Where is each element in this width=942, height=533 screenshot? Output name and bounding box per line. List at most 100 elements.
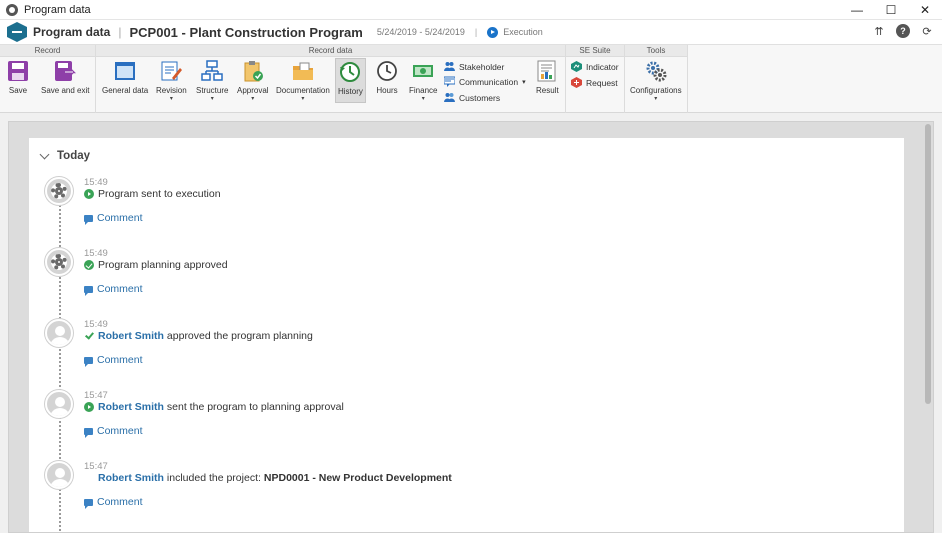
- sent-arrow-icon: [84, 189, 94, 199]
- approval-button[interactable]: Approval ▾: [237, 60, 269, 102]
- vertical-scrollbar[interactable]: [925, 124, 931, 404]
- documentation-dropdown-icon[interactable]: ▾: [301, 96, 304, 102]
- header-pipe: |: [474, 27, 478, 37]
- sent-arrow-icon: [84, 402, 94, 412]
- approval-clipboard-icon: [244, 61, 263, 82]
- minimize-button[interactable]: —: [840, 0, 874, 20]
- header-separator: |: [118, 25, 122, 39]
- history-clock-icon: [340, 62, 361, 82]
- save-and-exit-label: Save and exit: [41, 86, 90, 95]
- module-name: Program data: [33, 25, 111, 39]
- record-dates: 5/24/2019 - 5/24/2019: [376, 27, 465, 37]
- save-button[interactable]: Save: [7, 60, 29, 95]
- revision-dropdown-icon[interactable]: ▾: [170, 96, 173, 102]
- structure-dropdown-icon[interactable]: ▾: [211, 96, 214, 102]
- configurations-button[interactable]: Configurations ▾: [630, 60, 682, 102]
- comment-link[interactable]: Comment: [84, 283, 143, 296]
- customers-users-icon: [444, 93, 455, 102]
- comment-icon: [84, 214, 93, 225]
- structure-button[interactable]: Structure ▾: [196, 60, 228, 102]
- comment-label: Comment: [97, 283, 143, 295]
- group-label: SE Suite: [566, 45, 624, 57]
- finance-label: Finance: [409, 86, 438, 95]
- user-link[interactable]: Robert Smith: [98, 401, 164, 413]
- comment-link[interactable]: Comment: [84, 354, 143, 367]
- configurations-dropdown-icon[interactable]: ▾: [654, 96, 657, 102]
- result-report-icon: [537, 60, 556, 82]
- entry-time: 15:49: [84, 248, 108, 259]
- approval-dropdown-icon[interactable]: ▾: [251, 96, 254, 102]
- entry-text: approved the program planning: [166, 330, 313, 342]
- result-label: Result: [536, 86, 559, 95]
- approval-label: Approval: [237, 86, 269, 95]
- indicator-button[interactable]: Indicator: [571, 61, 619, 72]
- stakeholder-label: Stakeholder: [459, 61, 505, 72]
- finance-button[interactable]: Finance ▾: [409, 60, 437, 102]
- system-avatar: [45, 177, 73, 205]
- communication-button[interactable]: Communication ▾: [444, 76, 526, 87]
- request-label: Request: [586, 77, 618, 88]
- request-icon: [571, 77, 582, 88]
- comment-label: Comment: [97, 425, 143, 437]
- general-data-button[interactable]: General data: [102, 60, 148, 95]
- entry-text: Program sent to execution: [98, 188, 221, 200]
- entry-text: included the project:: [166, 472, 261, 484]
- group-label: Record data: [96, 45, 565, 57]
- refresh-icon[interactable]: ⟳: [920, 24, 934, 38]
- maximize-button[interactable]: ☐: [874, 0, 908, 20]
- save-exit-icon: [55, 61, 77, 81]
- general-data-label: General data: [102, 86, 149, 95]
- entry-time: 15:49: [84, 319, 108, 330]
- request-button[interactable]: Request: [571, 77, 618, 88]
- comment-label: Comment: [97, 212, 143, 224]
- record-status: Execution: [503, 27, 543, 37]
- revision-label: Revision: [156, 86, 187, 95]
- save-and-exit-button[interactable]: Save and exit: [41, 60, 89, 95]
- user-link[interactable]: Robert Smith: [98, 330, 164, 342]
- window-form-icon: [115, 62, 136, 80]
- comment-link[interactable]: Comment: [84, 425, 143, 438]
- user-avatar: [45, 461, 73, 489]
- section-toggle-today[interactable]: Today: [39, 149, 90, 162]
- comment-icon: [84, 427, 93, 438]
- revision-pencil-icon: [161, 61, 183, 81]
- folder-documents-icon: [292, 62, 313, 80]
- gears-icon: [646, 61, 667, 82]
- close-button[interactable]: ✕: [908, 0, 942, 20]
- user-avatar: [45, 319, 73, 347]
- floppy-disk-icon: [8, 61, 28, 81]
- hours-label: Hours: [376, 86, 398, 95]
- result-button[interactable]: Result: [536, 60, 559, 95]
- communication-dropdown-icon[interactable]: ▾: [522, 78, 526, 86]
- customers-button[interactable]: Customers: [444, 92, 500, 103]
- gear-icon: [51, 254, 67, 270]
- revision-button[interactable]: Revision ▾: [156, 60, 187, 102]
- ribbon-group-record-data: Record data General data Revision ▾ Stru…: [96, 45, 566, 113]
- finance-money-icon: [413, 65, 434, 77]
- ribbon-group-se-suite: SE Suite Indicator Request: [566, 45, 625, 113]
- entry-text: sent the program to planning approval: [166, 401, 344, 413]
- finance-dropdown-icon[interactable]: ▾: [422, 96, 425, 102]
- history-entry: 15:49 Robert Smith approved the program …: [29, 319, 889, 389]
- chevron-down-icon[interactable]: [39, 149, 50, 159]
- documentation-button[interactable]: Documentation ▾: [276, 60, 330, 102]
- record-header: Program data | PCP001 - Plant Constructi…: [0, 20, 942, 45]
- blank-icon: [84, 473, 94, 483]
- window-title: Program data: [24, 3, 91, 16]
- comment-link[interactable]: Comment: [84, 212, 143, 225]
- product-logo-icon: [7, 22, 27, 42]
- hours-button[interactable]: Hours: [376, 60, 398, 95]
- comment-link[interactable]: Comment: [84, 496, 143, 509]
- history-entry: 15:49 Program sent to execution Comment: [29, 177, 889, 247]
- checkmark-icon: [84, 331, 94, 341]
- collapse-ribbon-icon[interactable]: ⇈: [872, 24, 886, 38]
- user-avatar: [45, 390, 73, 418]
- help-icon[interactable]: ?: [896, 24, 910, 38]
- comment-icon: [84, 285, 93, 296]
- stakeholder-button[interactable]: Stakeholder: [444, 61, 504, 72]
- group-label: Tools: [625, 45, 687, 57]
- user-link[interactable]: Robert Smith: [98, 472, 164, 484]
- history-button[interactable]: History: [335, 58, 366, 103]
- project-name: NPD0001 - New Product Development: [263, 472, 452, 484]
- save-label: Save: [8, 86, 28, 95]
